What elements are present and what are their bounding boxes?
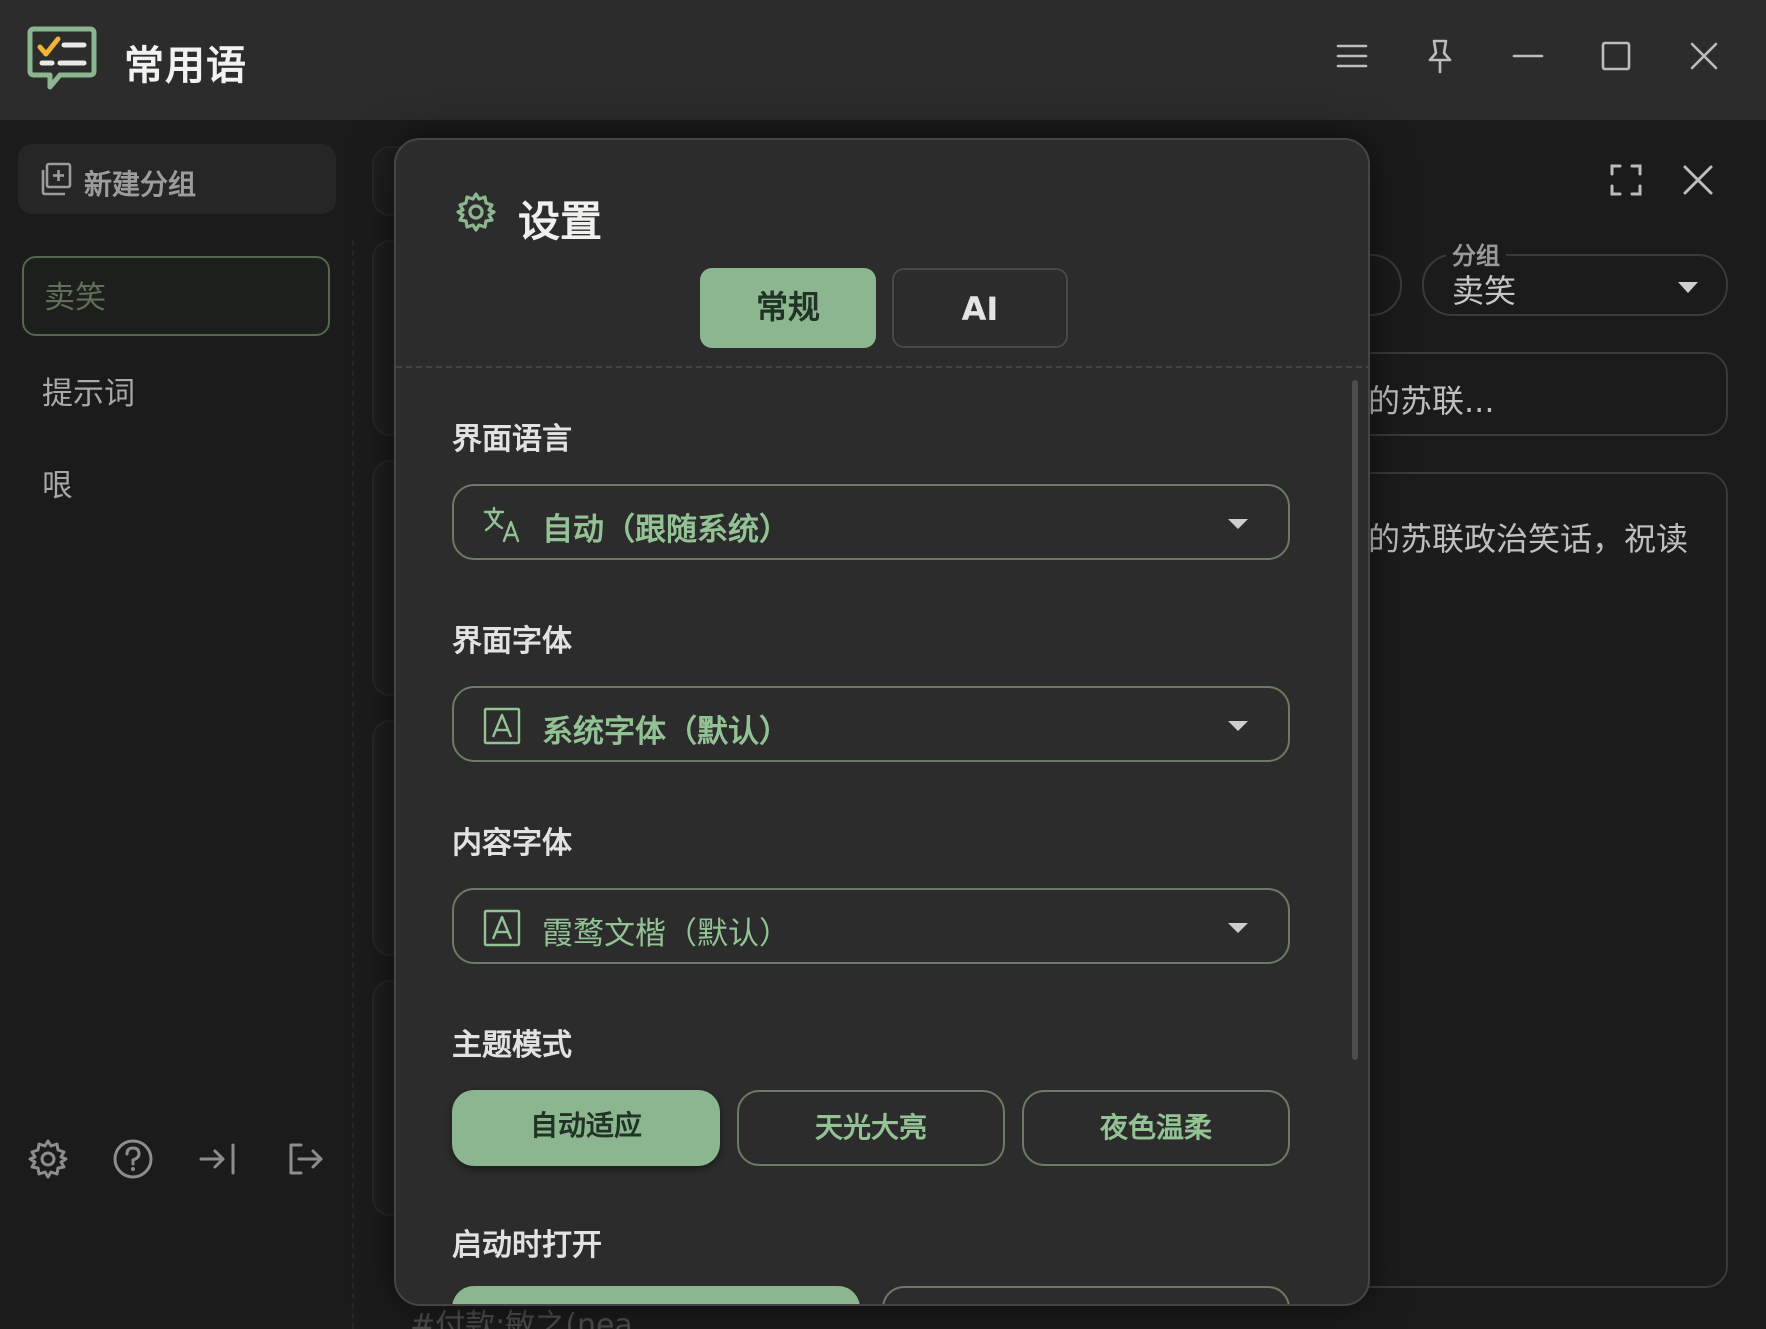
group-select-value: 卖笑	[1452, 272, 1517, 310]
menu-icon[interactable]	[1334, 38, 1370, 74]
theme-dark-button[interactable]: 夜色温柔	[1022, 1090, 1290, 1166]
ui-font-value: 系统字体（默认）	[542, 714, 790, 750]
sidebar: 新建分组 卖笑 提示词 哏	[0, 120, 352, 1329]
startup-label: 启动时打开	[452, 1228, 602, 1263]
content-font-select[interactable]: 霞鹜文楷（默认）	[452, 888, 1290, 964]
sidebar-group-item[interactable]: 哏	[22, 446, 330, 526]
settings-icon[interactable]	[26, 1137, 70, 1181]
settings-dialog: 设置 常规 AI 界面语言 自动（跟随系统） 界面字体 系统字体（默认） 内容字…	[394, 138, 1370, 1306]
sidebar-group-item[interactable]: 卖笑	[22, 256, 330, 336]
ui-language-value: 自动（跟随系统）	[542, 512, 790, 548]
tab-ai[interactable]: AI	[892, 268, 1068, 348]
chevron-down-icon	[1228, 721, 1248, 731]
scrollbar[interactable]	[1352, 380, 1358, 1060]
content-font-value: 霞鹜文楷（默认）	[542, 916, 790, 952]
font-icon	[482, 908, 522, 948]
checklist-chat-icon	[26, 25, 98, 93]
maximize-icon[interactable]	[1598, 38, 1634, 74]
help-icon[interactable]	[111, 1137, 155, 1181]
startup-option-button[interactable]	[882, 1286, 1290, 1304]
dialog-title: 设置	[518, 197, 603, 246]
fullscreen-icon[interactable]	[1606, 160, 1646, 200]
export-icon[interactable]	[283, 1137, 327, 1181]
new-group-label: 新建分组	[84, 168, 197, 201]
pin-icon[interactable]	[1422, 38, 1458, 74]
app-title: 常用语	[124, 43, 247, 89]
gear-icon	[454, 190, 498, 234]
new-group-button[interactable]: 新建分组	[18, 144, 336, 214]
divider	[396, 366, 1368, 368]
chevron-down-icon	[1228, 519, 1248, 529]
add-group-icon	[41, 162, 72, 196]
minimize-icon[interactable]	[1510, 38, 1546, 74]
startup-option-button[interactable]	[452, 1286, 860, 1304]
chevron-down-icon	[1228, 923, 1248, 933]
theme-auto-button[interactable]: 自动适应	[452, 1090, 720, 1166]
ui-font-label: 界面字体	[452, 624, 572, 659]
group-select[interactable]: 分组 卖笑	[1422, 236, 1728, 316]
app-window: 常用语 新建分组 卖笑 提示词 哏 #付款:敏之(nea 分组 卖笑 的苏联..…	[0, 0, 1766, 1329]
theme-label: 主题模式	[452, 1028, 572, 1063]
theme-light-button[interactable]: 天光大亮	[737, 1090, 1005, 1166]
content-text: 的苏联政治笑话，祝读	[1368, 520, 1689, 558]
title-bar: 常用语	[0, 0, 1766, 120]
translate-icon	[482, 504, 522, 544]
close-panel-icon[interactable]	[1678, 160, 1718, 200]
chevron-down-icon	[1678, 282, 1698, 293]
content-font-label: 内容字体	[452, 826, 572, 861]
ui-font-select[interactable]: 系统字体（默认）	[452, 686, 1290, 762]
ui-language-select[interactable]: 自动（跟随系统）	[452, 484, 1290, 560]
close-icon[interactable]	[1686, 38, 1722, 74]
tab-general[interactable]: 常规	[700, 268, 876, 348]
import-icon[interactable]	[197, 1137, 241, 1181]
font-icon	[482, 706, 522, 746]
title-input-value: 的苏联...	[1368, 382, 1495, 420]
sidebar-divider	[352, 240, 354, 1329]
ui-language-label: 界面语言	[452, 422, 572, 457]
sidebar-group-item[interactable]: 提示词	[22, 354, 330, 434]
